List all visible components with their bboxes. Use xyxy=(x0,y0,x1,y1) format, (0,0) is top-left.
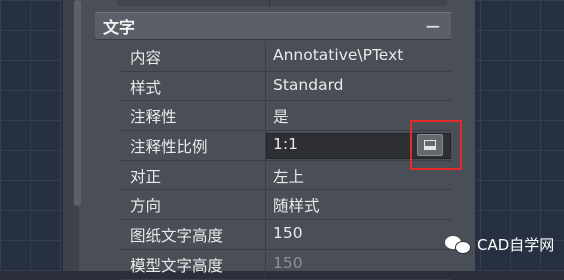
scale-picker-button[interactable] xyxy=(417,134,443,157)
property-row-annotative[interactable]: 注释性 是 xyxy=(120,101,451,132)
annotative-scale-value[interactable]: 1:1 xyxy=(273,135,298,153)
ellipsis-dialog-icon xyxy=(424,140,436,151)
property-label: 注释性比例 xyxy=(130,138,208,157)
watermark: CAD自学网 xyxy=(445,231,554,257)
property-label: 样式 xyxy=(130,78,162,97)
property-label: 注释性 xyxy=(130,108,177,127)
property-label: 方向 xyxy=(130,197,162,216)
property-row-content[interactable]: 内容 Annotative\PText xyxy=(120,42,451,72)
property-label: 内容 xyxy=(130,49,162,67)
section-title: 文字 xyxy=(103,18,136,37)
collapse-icon[interactable]: − xyxy=(423,16,443,36)
property-row-style[interactable]: 样式 Standard xyxy=(120,71,451,102)
property-value[interactable]: Standard xyxy=(273,76,344,94)
property-value[interactable]: Annotative\PText xyxy=(273,46,403,64)
property-row-annotative-scale[interactable]: 注释性比例 1:1 xyxy=(120,131,451,161)
section-header-text[interactable]: 文字 − xyxy=(95,12,451,40)
property-label: 模型文字高度 xyxy=(130,256,224,275)
property-row-model-text-height[interactable]: 模型文字高度 150 xyxy=(120,249,451,280)
watermark-text: CAD自学网 xyxy=(477,235,555,254)
property-value[interactable]: 150 xyxy=(273,224,303,242)
property-value[interactable]: 随样式 xyxy=(273,194,320,216)
wechat-icon xyxy=(445,234,471,254)
property-value: 150 xyxy=(273,253,303,272)
property-list: 内容 Annotative\PText 样式 Standard 注释性 是 注释… xyxy=(120,42,451,280)
property-label: 图纸文字高度 xyxy=(130,227,224,246)
property-label: 对正 xyxy=(130,167,162,186)
property-row-justify[interactable]: 对正 左上 xyxy=(120,160,451,191)
property-value[interactable]: 左上 xyxy=(273,165,304,187)
panel-scrollbar-thumb[interactable] xyxy=(74,0,81,206)
previous-row-fragment xyxy=(117,0,447,6)
property-row-paper-text-height[interactable]: 图纸文字高度 150 xyxy=(120,220,451,250)
panel-scrollbar-track[interactable] xyxy=(63,0,81,271)
property-value[interactable]: 是 xyxy=(273,105,289,127)
property-row-direction[interactable]: 方向 随样式 xyxy=(120,190,451,221)
